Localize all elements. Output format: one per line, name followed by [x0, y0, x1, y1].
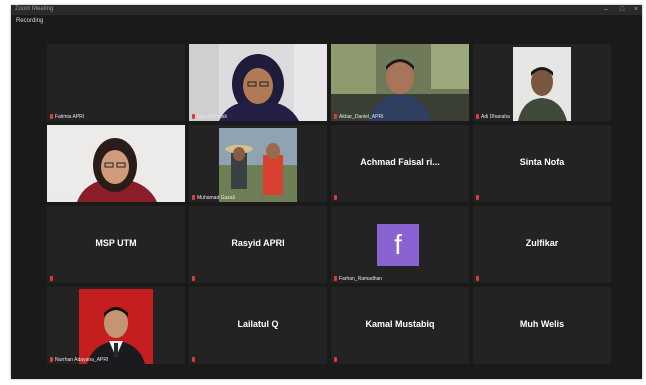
mic-muted-icon	[334, 276, 337, 281]
participant-tile[interactable]: Sinta Nofa	[473, 125, 611, 202]
participant-video	[47, 287, 185, 364]
maximize-icon[interactable]: □	[615, 5, 629, 15]
participant-tile[interactable]: Nurrhan Adayana_APRI	[47, 287, 185, 364]
recording-indicator: Recording	[16, 18, 44, 24]
close-icon[interactable]: ×	[629, 5, 643, 15]
participant-tile[interactable]: Muhamad Gazali	[189, 125, 327, 202]
participant-tile[interactable]: Achmad Faisal ri...	[331, 125, 469, 202]
participant-label: Fatimia APRI	[55, 114, 85, 120]
mic-muted-icon	[334, 114, 337, 119]
participant-tile[interactable]: Kamal Mustabiq	[331, 287, 469, 364]
participant-video	[331, 44, 469, 121]
mic-muted-icon	[50, 276, 53, 281]
participant-tile[interactable]: Akbar_Daniel_APRI	[331, 44, 469, 121]
mic-muted-icon	[476, 114, 479, 119]
minimize-icon[interactable]: –	[599, 5, 613, 15]
participant-tile[interactable]: Zulfikar	[473, 206, 611, 283]
title-bar: Zoom Meeting – □ ×	[11, 5, 642, 15]
participant-tile[interactable]: f Farhan_Ramadhan	[331, 206, 469, 283]
participant-label: Adi Dhanaha	[481, 114, 510, 120]
participant-video	[189, 125, 327, 202]
participant-name: MSP UTM	[95, 238, 137, 248]
participant-tile[interactable]: Ulya Rohmah	[189, 44, 327, 121]
participant-tile[interactable]: Rasyid APRI	[189, 206, 327, 283]
participant-name: Sinta Nofa	[519, 157, 565, 167]
mic-muted-icon	[334, 357, 337, 362]
participant-label: Nurrhan Adayana_APRI	[55, 357, 109, 363]
participant-tile[interactable]: Fatimia APRI	[47, 44, 185, 121]
mic-muted-icon	[192, 114, 195, 119]
participant-name: Kamal Mustabiq	[365, 319, 435, 329]
participant-video	[473, 44, 611, 121]
participant-tile[interactable]: MSP UTM	[47, 206, 185, 283]
participant-label: Ulya Rohmah	[197, 114, 228, 120]
participant-label: Farhan_Ramadhan	[339, 276, 383, 282]
participant-name: Lailatul Q	[237, 319, 279, 329]
mic-muted-icon	[476, 276, 479, 281]
mic-muted-icon	[192, 357, 195, 362]
mic-muted-icon	[50, 357, 53, 362]
participant-video	[47, 125, 185, 202]
participant-tile[interactable]: Adi Dhanaha	[473, 44, 611, 121]
participant-name: Muh Welis	[519, 319, 565, 329]
participant-tile[interactable]: Muh Welis	[473, 287, 611, 364]
mic-muted-icon	[50, 114, 53, 119]
window-title: Zoom Meeting	[15, 6, 54, 12]
participant-label: Muhamad Gazali	[197, 195, 235, 201]
mic-muted-icon	[192, 195, 195, 200]
participant-tile[interactable]: Lailatul Q	[189, 287, 327, 364]
participant-tile-active-speaker[interactable]: Lilis Tonelda	[47, 125, 185, 202]
participant-video	[189, 44, 327, 121]
mic-muted-icon	[192, 276, 195, 281]
mic-muted-icon	[334, 195, 337, 200]
zoom-window: Zoom Meeting – □ × Recording Fatimia APR…	[11, 5, 642, 379]
participant-name: Achmad Faisal ri...	[360, 157, 440, 167]
mic-muted-icon	[476, 195, 479, 200]
participant-label: Akbar_Daniel_APRI	[339, 114, 384, 120]
participant-label: Lilis Tonelda	[50, 195, 78, 201]
participant-name: Rasyid APRI	[231, 238, 285, 248]
avatar-initial: f	[377, 224, 419, 266]
participant-name: Zulfikar	[525, 238, 559, 248]
